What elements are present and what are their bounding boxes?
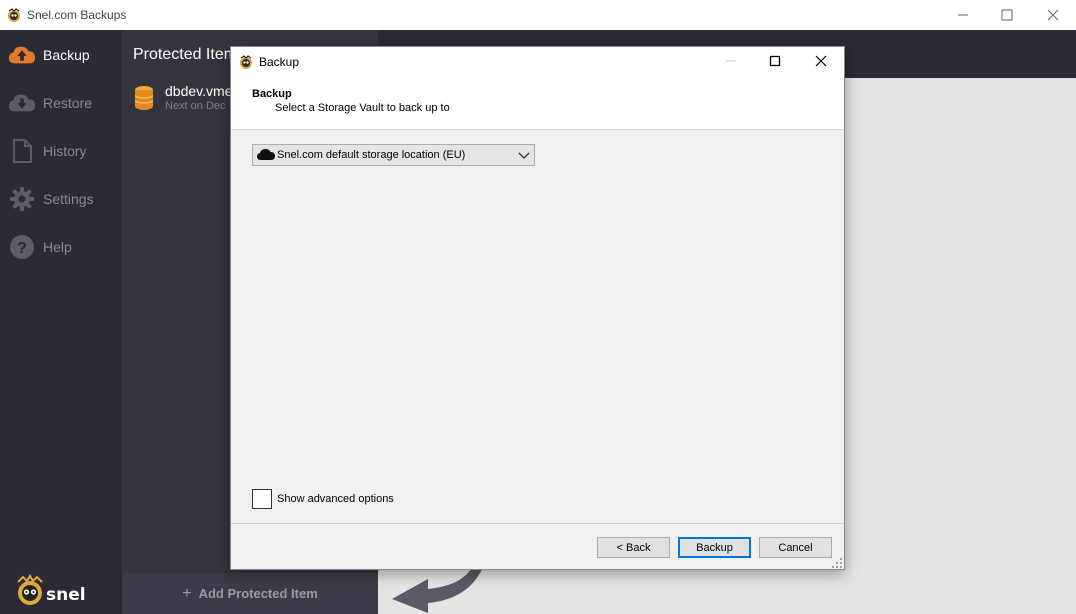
minimize-icon <box>958 14 968 16</box>
database-icon <box>134 86 154 110</box>
maximize-icon <box>769 55 781 67</box>
backup-dialog: Backup Backup Select a Storage Vault to … <box>230 46 845 570</box>
sidebar-item-history[interactable]: History <box>0 131 122 171</box>
add-protected-item-label: Add Protected Item <box>198 586 318 601</box>
plus-icon: + <box>182 584 192 602</box>
svg-text:?: ? <box>17 240 27 257</box>
sidebar-item-label: Help <box>43 239 72 255</box>
back-button[interactable]: < Back <box>597 537 670 558</box>
dialog-close-button[interactable] <box>801 47 841 75</box>
dialog-header-title: Backup <box>252 88 292 100</box>
minimize-icon <box>726 60 736 62</box>
backup-button[interactable]: Backup <box>678 537 751 558</box>
dialog-minimize-button[interactable] <box>711 47 751 75</box>
window-title: Snel.com Backups <box>27 8 127 22</box>
storage-vault-dropdown[interactable]: Snel.com default storage location (EU) <box>252 144 535 166</box>
sidebar-item-backup[interactable]: Backup <box>0 35 122 75</box>
item-next-run: Next on Dec <box>165 100 226 112</box>
show-advanced-label[interactable]: Show advanced options <box>277 493 394 505</box>
maximize-button[interactable] <box>984 0 1030 30</box>
add-protected-item-button[interactable]: + Add Protected Item <box>122 573 378 614</box>
logo-text: snel <box>46 585 86 605</box>
item-name: dbdev.vme <box>165 83 233 99</box>
sidebar-item-label: Restore <box>43 95 93 111</box>
sidebar-item-restore[interactable]: Restore <box>0 83 122 123</box>
close-button[interactable] <box>1030 0 1076 30</box>
main-titlebar: Snel.com Backups <box>0 0 1076 30</box>
snel-app-icon <box>240 55 252 69</box>
sidebar-item-label: History <box>43 143 87 159</box>
cloud-download-icon <box>8 89 36 117</box>
resize-grip-icon[interactable] <box>832 558 842 568</box>
sidebar-item-label: Backup <box>43 47 90 63</box>
close-icon <box>1047 9 1059 21</box>
pane-title: Protected Item <box>133 46 238 63</box>
sidebar-item-help[interactable]: ? Help <box>0 227 122 267</box>
document-icon <box>8 137 36 165</box>
snel-app-icon <box>8 8 20 22</box>
maximize-icon <box>1001 9 1013 21</box>
close-icon <box>815 55 827 67</box>
snel-logo: snel <box>17 574 86 605</box>
dialog-maximize-button[interactable] <box>755 47 795 75</box>
help-icon: ? <box>8 233 36 261</box>
dialog-title: Backup <box>259 55 300 69</box>
cloud-upload-icon <box>8 41 36 69</box>
sidebar-item-label: Settings <box>43 191 94 207</box>
storage-vault-selected: Snel.com default storage location (EU) <box>277 149 466 161</box>
gear-icon <box>8 185 36 213</box>
minimize-button[interactable] <box>940 0 986 30</box>
cancel-button[interactable]: Cancel <box>759 537 832 558</box>
sidebar-item-settings[interactable]: Settings <box>0 179 122 219</box>
dialog-header-subtitle: Select a Storage Vault to back up to <box>275 102 450 114</box>
dialog-header: Backup Select a Storage Vault to back up… <box>231 77 844 130</box>
dialog-titlebar: Backup <box>231 47 844 77</box>
divider <box>231 523 844 524</box>
cloud-icon <box>257 149 275 160</box>
sidebar: Backup Restore History Settings ? Help s… <box>0 30 122 614</box>
show-advanced-checkbox[interactable] <box>252 489 272 509</box>
chevron-down-icon <box>518 152 530 159</box>
